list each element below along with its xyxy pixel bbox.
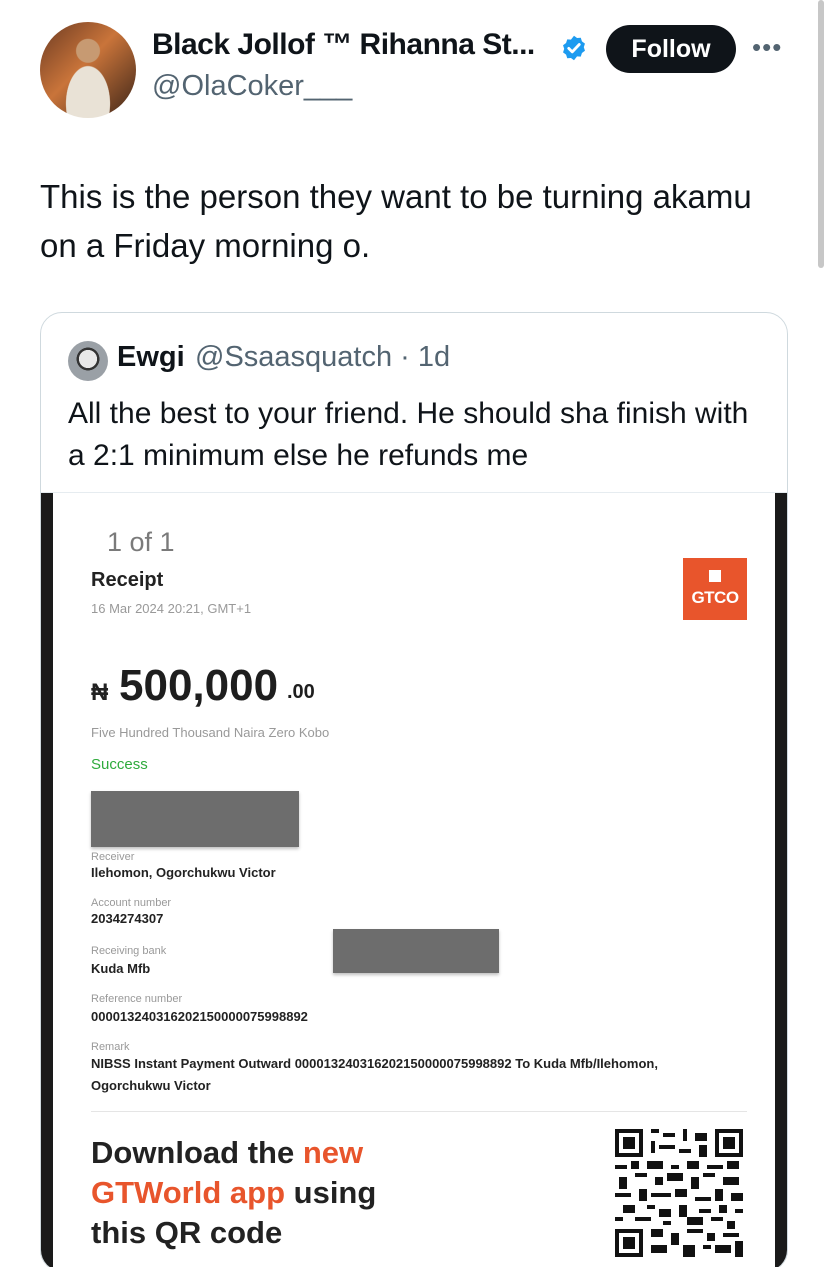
reference-label: Reference number [91,993,183,1005]
tweet-text: This is the person they want to be turni… [40,178,752,264]
account-value: 2034274307 [91,911,164,926]
bank-label: Receiving bank [91,945,167,957]
scrollbar-thumb[interactable] [818,0,824,268]
remark-value: NIBSS Instant Payment Outward 0000132403… [91,1056,658,1093]
attached-image[interactable]: 1 of 1 Receipt 16 Mar 2024 20:21, GMT+1 … [41,493,787,1267]
quoted-author-handle: @Ssaasquatch · 1d [195,341,451,373]
verified-badge-icon [563,35,585,61]
divider [91,1111,747,1112]
promo-text-part: using [285,1175,377,1210]
receiver-label: Receiver [91,851,135,863]
amount: 500,000 [119,661,279,710]
receiver-value: Ilehomon, Ogorchukwu Victor [91,865,276,880]
logo-square [709,570,721,582]
quoted-tweet[interactable]: Ewgi @Ssaasquatch · 1d All the best to y… [40,312,788,1267]
bank-value: Kuda Mfb [91,961,151,976]
tweet-header: Black Jollof ™ Rihanna St... @OlaCoker__… [40,22,800,118]
promo-accent: GTWorld app [91,1175,286,1210]
gtco-logo: GTCO [683,558,747,620]
author-display-name[interactable]: Black Jollof ™ Rihanna St... [152,28,535,62]
promo-accent: new [302,1135,364,1170]
more-options-icon[interactable]: ••• [752,32,788,62]
qr-code-icon [615,1129,743,1257]
reference-value: 000013240316202150000075998892 [91,1009,308,1024]
receipt-title: Receipt [91,569,164,591]
receipt-document: 1 of 1 Receipt 16 Mar 2024 20:21, GMT+1 … [53,493,775,1267]
follow-button[interactable]: Follow [606,25,736,73]
promo-text-part: this QR code [91,1215,283,1250]
account-label: Account number [91,897,172,909]
amount-kobo: .00 [287,681,315,703]
remark-label: Remark [91,1041,130,1053]
amount-in-words: Five Hundred Thousand Naira Zero Kobo [91,725,330,740]
receipt-date: 16 Mar 2024 20:21, GMT+1 [91,601,252,616]
status-text: Success [91,756,148,773]
page-indicator: 1 of 1 [107,527,175,557]
author-handle[interactable]: @OlaCoker___ [152,70,352,103]
quoted-author-name: Ewgi [117,341,185,373]
redaction-block [91,791,299,847]
redaction-block [333,929,499,973]
promo-text-part: Download the [91,1135,303,1170]
quoted-author-avatar [68,341,108,381]
promo-text: Download the new GTWorld app using this … [91,1133,431,1253]
naira-symbol: ₦ [91,679,109,706]
logo-text: GTCO [691,588,739,607]
author-avatar[interactable] [40,22,136,118]
quoted-tweet-text: All the best to your friend. He should s… [68,397,749,472]
